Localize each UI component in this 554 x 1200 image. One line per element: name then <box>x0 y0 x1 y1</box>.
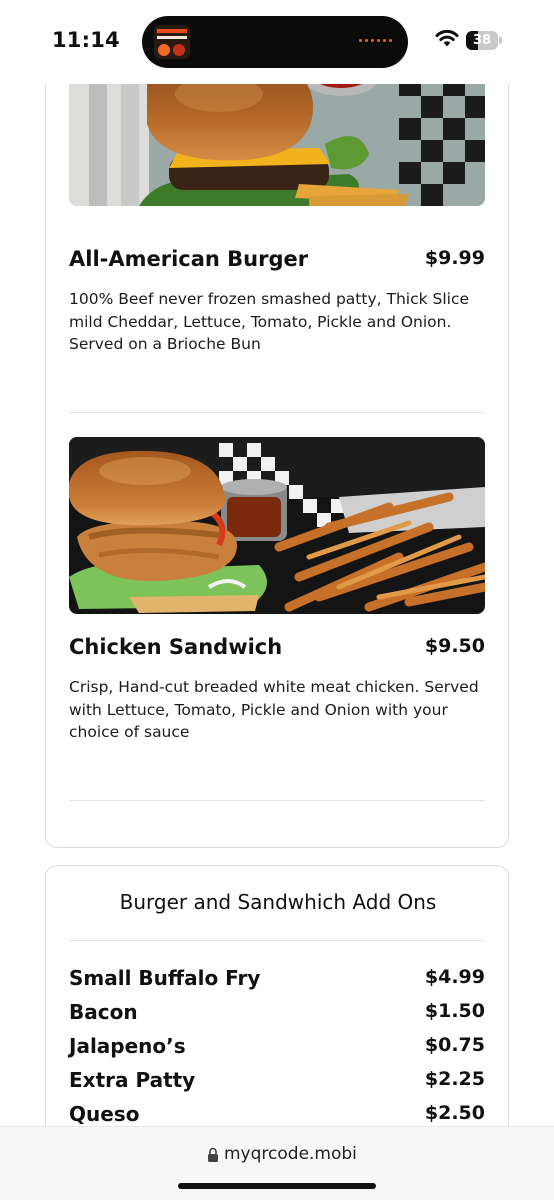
menu-item-name: Chicken Sandwich <box>69 635 283 659</box>
addon-price: $0.75 <box>424 1034 485 1056</box>
burger-photo <box>69 84 485 206</box>
home-indicator[interactable] <box>178 1183 376 1189</box>
addon-name: Small Buffalo Fry <box>69 966 261 990</box>
menu-item-name: All-American Burger <box>69 247 309 271</box>
menu-item-price: $9.99 <box>424 247 485 269</box>
addon-price: $2.25 <box>424 1068 485 1090</box>
audio-waveform-icon <box>359 39 392 42</box>
addon-name: Jalapeno’s <box>69 1034 186 1058</box>
chicken-sandwich-photo <box>69 437 485 614</box>
divider <box>69 940 485 941</box>
addon-name: Bacon <box>69 1000 138 1024</box>
addon-row: Jalapeno’s $0.75 <box>69 1034 485 1064</box>
page-content[interactable]: All-American Burger $9.99 100% Beef neve… <box>0 84 554 1126</box>
wifi-icon <box>435 29 459 47</box>
browser-url-bar[interactable]: myqrcode.mobi <box>0 1126 554 1200</box>
addon-name: Queso <box>69 1102 140 1126</box>
addon-price: $1.50 <box>424 1000 485 1022</box>
battery-level: 38 <box>472 33 492 48</box>
addons-card: Burger and Sandwhich Add Ons Small Buffa… <box>45 865 509 1126</box>
battery-icon: 38 <box>466 31 502 50</box>
lock-icon <box>208 1147 218 1162</box>
addon-name: Extra Patty <box>69 1068 196 1092</box>
menu-item-description: Crisp, Hand-cut breaded white meat chick… <box>69 678 479 741</box>
url-text[interactable]: myqrcode.mobi <box>224 1144 357 1164</box>
addons-title: Burger and Sandwhich Add Ons <box>119 890 437 914</box>
menu-item-price: $9.50 <box>424 635 485 657</box>
addon-row: Small Buffalo Fry $4.99 <box>69 966 485 996</box>
divider <box>69 800 485 801</box>
menu-card: All-American Burger $9.99 100% Beef neve… <box>45 84 509 848</box>
addon-row: Extra Patty $2.25 <box>69 1068 485 1098</box>
addon-row: Queso $2.50 <box>69 1102 485 1126</box>
menu-item-description: 100% Beef never frozen smashed patty, Th… <box>69 290 470 353</box>
addon-price: $2.50 <box>424 1102 485 1124</box>
status-time: 11:14 <box>52 28 120 52</box>
addon-row: Bacon $1.50 <box>69 1000 485 1030</box>
dynamic-island[interactable] <box>142 16 408 68</box>
now-playing-artwork <box>154 25 190 59</box>
addon-price: $4.99 <box>424 966 485 988</box>
divider <box>69 412 485 413</box>
status-bar: 11:14 38 <box>0 0 554 84</box>
